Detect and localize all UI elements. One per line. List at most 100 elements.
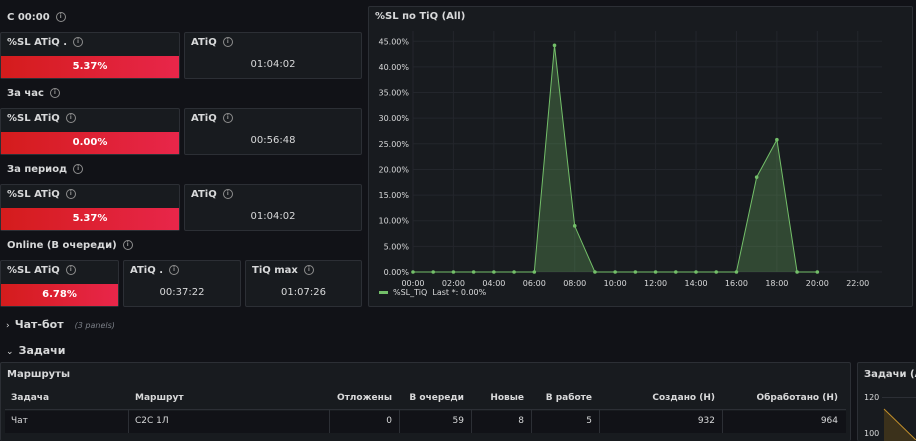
data-point[interactable] bbox=[492, 270, 496, 274]
info-icon[interactable]: i bbox=[73, 37, 84, 47]
column-header-new[interactable]: Новые bbox=[490, 393, 524, 403]
row-title: Задачи bbox=[18, 344, 66, 357]
panel-title: %SL ATiQ i bbox=[7, 189, 76, 200]
x-tick-label: 00:00 bbox=[401, 279, 424, 288]
column-header-postponed[interactable]: Отложены bbox=[337, 393, 392, 403]
data-point[interactable] bbox=[754, 175, 759, 179]
stat-value: 5.37% bbox=[1, 208, 179, 230]
stat-sl-atiq-online: %SL ATiQ i 6.78% bbox=[0, 260, 119, 307]
routes-panel: Маршруты Задача Маршрут Отложены В очере… bbox=[0, 362, 851, 441]
table-row[interactable] bbox=[5, 411, 846, 433]
stat-value: 6.78% bbox=[1, 284, 118, 306]
info-icon[interactable]: i bbox=[222, 189, 233, 199]
legend-last-value: Last *: 0.00% bbox=[432, 288, 487, 297]
data-point[interactable] bbox=[734, 270, 739, 274]
info-icon[interactable]: i bbox=[65, 265, 76, 275]
info-icon[interactable]: i bbox=[55, 12, 66, 22]
info-icon[interactable]: i bbox=[303, 265, 314, 275]
info-icon[interactable]: i bbox=[73, 164, 84, 174]
column-header-route[interactable]: Маршрут bbox=[135, 393, 184, 403]
chart-svg: 0.00% 5.00% 10.00% 15.00% 20.00% 25.00% 30.00%… bbox=[378, 31, 882, 288]
table-divider bbox=[5, 409, 846, 410]
stat-sl-atiq-hour: %SL ATiQ i 0.00% bbox=[0, 108, 180, 155]
section-title-today: С 00:00 i bbox=[7, 12, 66, 23]
y-tick-label: 0.00% bbox=[384, 268, 410, 277]
data-point[interactable] bbox=[815, 270, 820, 274]
row-title: Чат-бот bbox=[14, 318, 64, 331]
stat-atiq-online: ATiQ .i 00:37:22 bbox=[123, 260, 241, 307]
row-tasks[interactable]: ⌄ Задачи bbox=[6, 339, 65, 358]
panel-title: %SL ATiQ i bbox=[7, 113, 76, 124]
legend-label: %SL_TiQ bbox=[393, 288, 428, 297]
cell-postponed: 0 bbox=[386, 416, 392, 426]
info-icon[interactable]: i bbox=[222, 37, 233, 47]
x-tick-label: 22:00 bbox=[846, 279, 869, 288]
data-point[interactable] bbox=[653, 270, 658, 274]
x-tick-label: 04:00 bbox=[482, 279, 505, 288]
column-header-created[interactable]: Создано (Н) bbox=[652, 393, 715, 403]
stat-value: 01:07:26 bbox=[281, 287, 326, 298]
y-tick-label: 10.00% bbox=[378, 217, 409, 226]
panel-title: %SL ATiQ i bbox=[7, 265, 76, 276]
y-tick-label: 45.00% bbox=[378, 37, 409, 46]
chevron-right-icon: › bbox=[6, 321, 10, 331]
data-point[interactable] bbox=[552, 43, 557, 48]
data-point[interactable] bbox=[633, 270, 638, 274]
data-point[interactable] bbox=[411, 270, 415, 274]
data-point[interactable] bbox=[532, 270, 537, 274]
x-tick-label: 06:00 bbox=[523, 279, 546, 288]
data-point[interactable] bbox=[471, 270, 476, 274]
y-tick-label: 15.00% bbox=[378, 191, 409, 200]
panel-title: ATiQ i bbox=[191, 189, 233, 200]
column-header-in-work[interactable]: В работе bbox=[546, 393, 592, 403]
data-point[interactable] bbox=[572, 224, 577, 228]
row-chatbot[interactable]: › Чат-бот (3 panels) bbox=[6, 313, 115, 332]
y-tick-label: 35.00% bbox=[378, 89, 409, 98]
panel-title: ATiQ i bbox=[191, 37, 233, 48]
data-point[interactable] bbox=[714, 270, 719, 274]
x-tick-label: 16:00 bbox=[725, 279, 748, 288]
section-title-period: За период i bbox=[7, 164, 84, 175]
info-icon[interactable]: i bbox=[169, 265, 179, 275]
cell-task: Чат bbox=[11, 416, 28, 426]
data-point[interactable] bbox=[694, 270, 698, 274]
stat-value: 00:37:22 bbox=[159, 287, 205, 298]
x-tick-label: 08:00 bbox=[563, 279, 586, 288]
data-point[interactable] bbox=[775, 137, 779, 142]
stat-value: 0.00% bbox=[1, 132, 179, 154]
info-icon[interactable]: i bbox=[49, 88, 60, 98]
info-icon[interactable]: i bbox=[122, 240, 133, 250]
data-point[interactable] bbox=[795, 270, 799, 274]
cell-created: 932 bbox=[697, 416, 715, 426]
data-point[interactable] bbox=[451, 270, 456, 274]
tasks-chart-panel: Задачи (All 120 100 bbox=[857, 362, 916, 441]
stat-value: 01:04:02 bbox=[250, 211, 296, 222]
stat-sl-atiq-today: %SL ATiQ .i 5.37% bbox=[0, 32, 180, 79]
stat-value: 5.37% bbox=[1, 56, 179, 78]
chart-legend[interactable]: %SL_TiQ Last *: 0.00% bbox=[379, 288, 486, 297]
data-point[interactable] bbox=[512, 270, 516, 274]
cell-new: 8 bbox=[518, 416, 524, 426]
data-point[interactable] bbox=[613, 270, 617, 274]
x-tick-label: 20:00 bbox=[806, 279, 829, 288]
column-header-task[interactable]: Задача bbox=[11, 393, 49, 403]
column-header-in-queue[interactable]: В очереди bbox=[409, 393, 464, 403]
cell-in-queue: 59 bbox=[452, 416, 464, 426]
x-tick-label: 14:00 bbox=[684, 279, 707, 288]
info-icon[interactable]: i bbox=[65, 189, 76, 199]
column-header-processed[interactable]: Обработано (Н) bbox=[756, 393, 838, 403]
data-point[interactable] bbox=[593, 270, 597, 274]
x-tick-label: 18:00 bbox=[765, 279, 788, 288]
chevron-down-icon: ⌄ bbox=[6, 347, 14, 357]
y-tick-label: 40.00% bbox=[378, 63, 409, 72]
x-tick-label: 10:00 bbox=[604, 279, 627, 288]
data-point[interactable] bbox=[431, 270, 436, 274]
chart-panel-sl-tiq: %SL по TiQ (All) 0.00% 5.00% 10.00% 15.00% 2… bbox=[368, 6, 913, 307]
data-point[interactable] bbox=[674, 270, 678, 274]
info-icon[interactable]: i bbox=[65, 113, 76, 123]
stat-value: 00:56:48 bbox=[250, 135, 296, 146]
panel-title: ATiQ .i bbox=[130, 265, 179, 276]
info-icon[interactable]: i bbox=[222, 113, 233, 123]
stat-atiq-period: ATiQ i 01:04:02 bbox=[184, 184, 362, 231]
stat-value: 01:04:02 bbox=[250, 59, 296, 70]
